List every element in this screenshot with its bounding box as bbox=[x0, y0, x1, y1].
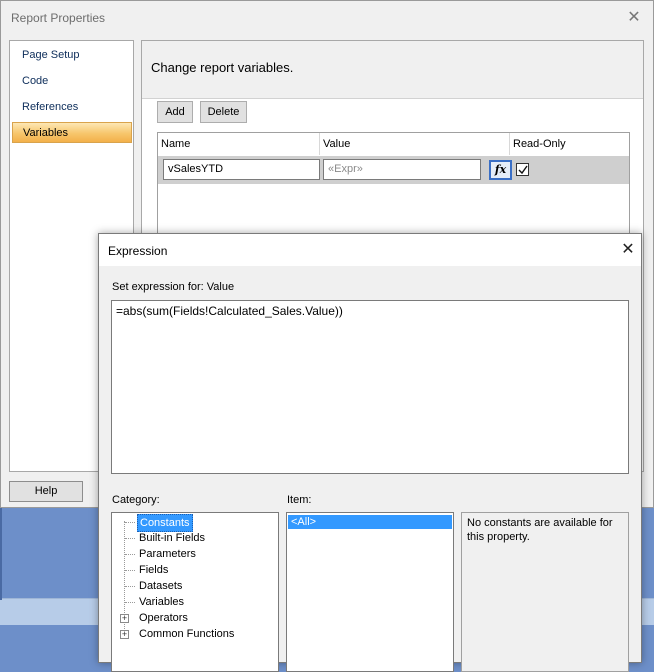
nav-item-references[interactable]: References bbox=[12, 97, 132, 118]
tree-branch bbox=[125, 602, 135, 603]
category-parameters[interactable]: Parameters bbox=[137, 546, 198, 562]
help-button[interactable]: Help bbox=[9, 481, 83, 502]
column-header-name[interactable]: Name bbox=[158, 133, 320, 155]
category-operators[interactable]: Operators bbox=[137, 610, 190, 626]
checkmark-icon bbox=[518, 165, 528, 175]
description-panel: No constants are available for this prop… bbox=[461, 512, 629, 672]
variable-name-field[interactable]: vSalesYTD bbox=[163, 159, 320, 180]
expression-dialog-title: Expression bbox=[108, 244, 168, 258]
category-built-in-fields[interactable]: Built-in Fields bbox=[137, 530, 207, 546]
item-label: Item: bbox=[287, 494, 312, 506]
close-icon[interactable]: ✕ bbox=[623, 7, 645, 29]
expand-icon[interactable]: + bbox=[120, 630, 129, 639]
category-label: Category: bbox=[112, 494, 160, 506]
expression-editor[interactable]: =abs(sum(Fields!Calculated_Sales.Value)) bbox=[111, 300, 629, 474]
panel-heading: Change report variables. bbox=[151, 60, 294, 75]
column-header-value[interactable]: Value bbox=[320, 133, 510, 155]
dialog-title: Report Properties bbox=[11, 11, 106, 25]
nav-item-page-setup[interactable]: Page Setup bbox=[12, 45, 132, 66]
expression-titlebar: Expression ✕ bbox=[99, 234, 641, 266]
tree-branch bbox=[125, 570, 135, 571]
category-fields[interactable]: Fields bbox=[137, 562, 170, 578]
expression-dialog: Expression ✕ Set expression for: Value =… bbox=[98, 233, 642, 672]
expand-icon[interactable]: + bbox=[120, 614, 129, 623]
category-tree: Constants Built-in Fields Parameters Fie… bbox=[111, 512, 279, 672]
table-row[interactable]: vSalesYTD «Expr» fx bbox=[158, 156, 629, 184]
variable-value-field[interactable]: «Expr» bbox=[323, 159, 481, 180]
category-variables[interactable]: Variables bbox=[137, 594, 186, 610]
item-list: <All> bbox=[286, 512, 454, 672]
panel-header: Change report variables. bbox=[142, 41, 643, 99]
tree-branch bbox=[125, 538, 135, 539]
close-icon[interactable]: ✕ bbox=[617, 238, 639, 262]
nav-item-code[interactable]: Code bbox=[12, 71, 132, 92]
category-datasets[interactable]: Datasets bbox=[137, 578, 184, 594]
set-expression-label: Set expression for: Value bbox=[112, 281, 235, 293]
category-common-functions[interactable]: Common Functions bbox=[137, 626, 236, 642]
tree-branch bbox=[125, 586, 135, 587]
nav-item-variables[interactable]: Variables bbox=[12, 122, 132, 143]
expression-button[interactable]: fx bbox=[489, 160, 512, 180]
column-header-read-only[interactable]: Read-Only bbox=[510, 133, 629, 155]
list-item[interactable]: <All> bbox=[288, 515, 452, 529]
read-only-checkbox[interactable] bbox=[516, 163, 529, 176]
add-button[interactable]: Add bbox=[157, 101, 193, 123]
delete-button[interactable]: Delete bbox=[200, 101, 247, 123]
tree-branch bbox=[125, 522, 135, 523]
tree-branch bbox=[125, 554, 135, 555]
